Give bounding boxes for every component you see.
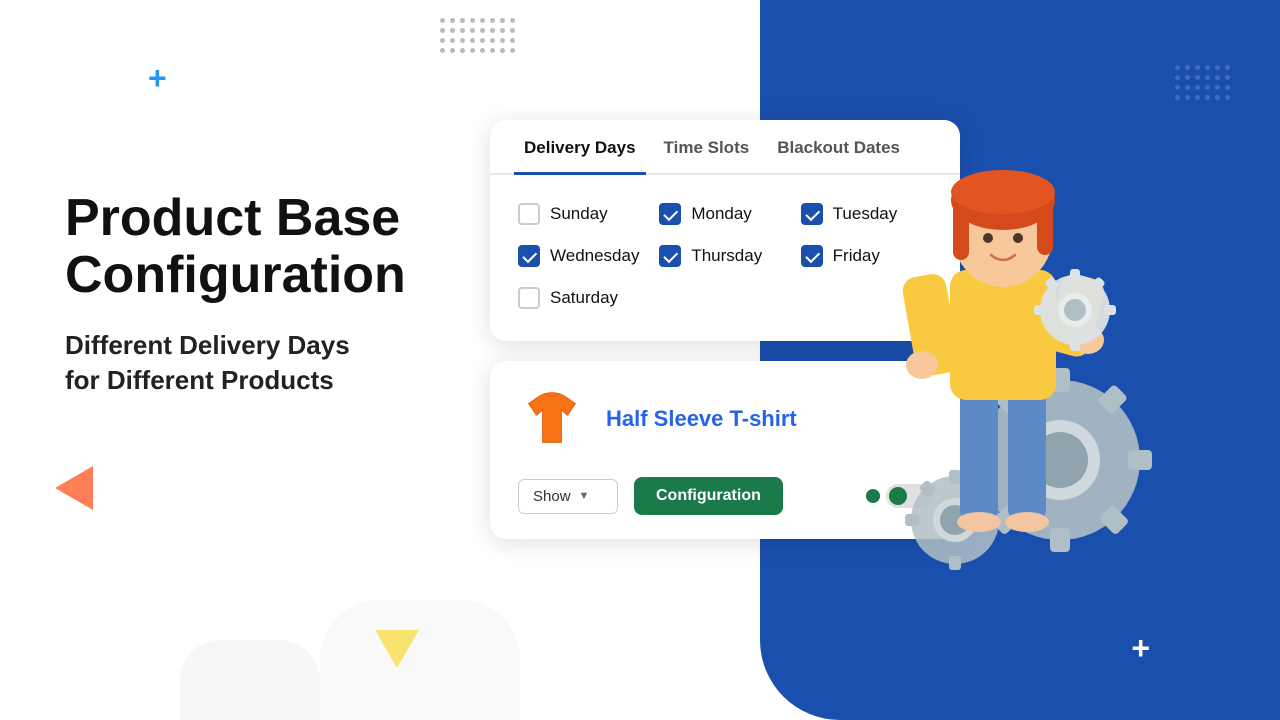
plus-icon-bottom-right: + [1131, 632, 1150, 664]
left-content: Product Base Configuration Different Del… [65, 190, 485, 399]
product-card: Half Sleeve T-shirt Show ▼ Configuration [490, 361, 960, 539]
day-monday: Monday [659, 203, 790, 225]
delivery-days-card: Delivery Days Time Slots Blackout Dates … [490, 120, 960, 341]
page-subtitle: Different Delivery Days for Different Pr… [65, 328, 485, 398]
tab-bar: Delivery Days Time Slots Blackout Dates [490, 120, 960, 175]
day-wednesday: Wednesday [518, 245, 649, 267]
hex-shape-1 [320, 600, 520, 720]
checkbox-sunday[interactable] [518, 203, 540, 225]
product-top: Half Sleeve T-shirt [518, 385, 932, 453]
tab-time-slots[interactable]: Time Slots [654, 120, 760, 175]
show-dropdown[interactable]: Show ▼ [518, 479, 618, 514]
checkbox-thursday[interactable] [659, 245, 681, 267]
day-thursday: Thursday [659, 245, 790, 267]
day-saturday: Saturday [518, 287, 649, 309]
product-image [518, 385, 586, 453]
toggle-switch[interactable] [866, 484, 932, 508]
page-title: Product Base Configuration [65, 190, 485, 304]
checkbox-monday[interactable] [659, 203, 681, 225]
dots-top-center [440, 18, 515, 53]
dropdown-arrow-icon: ▼ [579, 490, 590, 502]
day-friday: Friday [801, 245, 932, 267]
checkbox-saturday[interactable] [518, 287, 540, 309]
toggle-knob [889, 487, 907, 505]
tshirt-svg [521, 388, 583, 450]
toggle-track[interactable] [886, 484, 932, 508]
dots-top-right [1175, 65, 1230, 100]
cards-area: Delivery Days Time Slots Blackout Dates … [490, 120, 960, 539]
day-tuesday: Tuesday [801, 203, 932, 225]
checkbox-wednesday[interactable] [518, 245, 540, 267]
product-name: Half Sleeve T-shirt [606, 406, 797, 432]
product-actions: Show ▼ Configuration [518, 477, 932, 515]
checkbox-tuesday[interactable] [801, 203, 823, 225]
plus-icon-top-left: + [148, 62, 167, 94]
triangle-left [55, 466, 93, 510]
days-grid: Sunday Monday Tuesday Wednesday Thursday [490, 175, 960, 341]
hex-shape-2 [180, 640, 320, 720]
checkbox-friday[interactable] [801, 245, 823, 267]
day-sunday: Sunday [518, 203, 649, 225]
toggle-indicator [866, 489, 880, 503]
tab-blackout-dates[interactable]: Blackout Dates [767, 120, 910, 175]
configuration-button[interactable]: Configuration [634, 477, 783, 515]
tab-delivery-days[interactable]: Delivery Days [514, 120, 646, 175]
